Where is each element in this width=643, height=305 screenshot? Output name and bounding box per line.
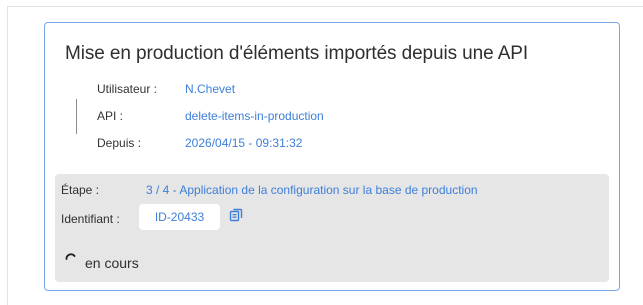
job-meta: Utilisateur : N.Chevet API : delete-item… <box>76 81 576 163</box>
step-value: 3 / 4 - Application de la configuration … <box>146 183 478 197</box>
loading-spinner-icon <box>65 250 76 261</box>
id-value: ID-20433 <box>139 204 220 230</box>
user-value: N.Chevet <box>185 82 236 96</box>
user-label: Utilisateur : <box>97 82 158 96</box>
step-label: Étape : <box>61 183 100 197</box>
copy-icon[interactable] <box>229 208 243 222</box>
id-label-row: Identifiant : <box>61 212 120 226</box>
api-label: API : <box>97 109 124 123</box>
id-label: Identifiant : <box>61 212 120 226</box>
since-label: Depuis : <box>97 136 142 150</box>
job-card: Mise en production d'éléments importés d… <box>44 22 620 291</box>
meta-divider <box>76 99 77 134</box>
step-row: Étape : 3 / 4 - Application de la config… <box>61 183 478 197</box>
job-title: Mise en production d'éléments importés d… <box>65 43 529 64</box>
since-value: 2026/04/15 - 09:31:32 <box>185 136 303 150</box>
status-text: en cours <box>85 255 139 271</box>
status-panel: Étape : 3 / 4 - Application de la config… <box>55 174 609 282</box>
api-value: delete-items-in-production <box>185 109 324 123</box>
